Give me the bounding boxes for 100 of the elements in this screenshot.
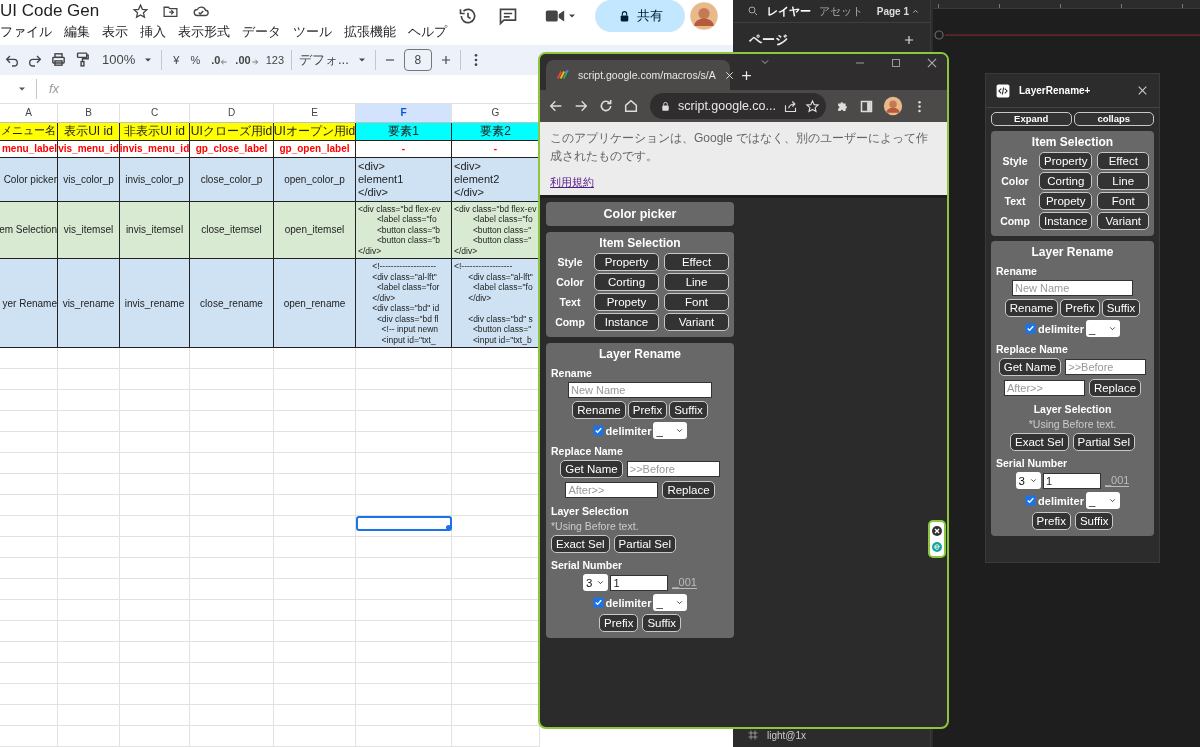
option-button[interactable]: Font [664, 293, 729, 311]
column-header[interactable]: G [452, 102, 540, 123]
page-menu[interactable]: Page 1 [876, 5, 920, 17]
serial-button[interactable]: Suffix [642, 614, 681, 632]
serial-button[interactable]: Suffix [1074, 512, 1114, 530]
currency-button[interactable]: ¥ [173, 53, 180, 66]
rename-button[interactable]: Prefix [1060, 299, 1100, 317]
section-title: Layer Selection [551, 505, 630, 517]
table-cell: Color picker [0, 157, 58, 202]
option-button[interactable]: Property [1039, 152, 1093, 170]
option-button[interactable]: Line [664, 273, 729, 291]
digits-select[interactable]: 3 [583, 574, 609, 591]
increase-decimal-button[interactable]: .00 [235, 53, 259, 66]
percent-button[interactable]: % [190, 53, 201, 66]
menu-item[interactable]: ファイル [0, 23, 52, 41]
menu-item[interactable]: 表示形式 [178, 23, 230, 41]
delimiter-select[interactable]: _ [1085, 492, 1120, 509]
column-header[interactable]: A [0, 102, 58, 123]
menu-item[interactable]: ツール [293, 23, 332, 41]
option-button[interactable]: Instance [1039, 212, 1093, 230]
delimiter-select[interactable]: _ [653, 594, 688, 611]
get-name-button[interactable]: Get Name [560, 460, 623, 478]
get-name-button[interactable]: Get Name [998, 358, 1062, 376]
table-cell: open_itemsel [274, 201, 356, 259]
rename-button[interactable]: Rename [572, 401, 626, 419]
row-label: Style [556, 256, 584, 268]
after-field[interactable]: After>> [565, 482, 659, 498]
formula-label: fx [49, 81, 60, 97]
row-label: Comp [999, 215, 1031, 227]
select-button[interactable]: Partial Sel [613, 535, 676, 553]
delimiter-select[interactable]: _ [653, 422, 688, 439]
table-cell: <div> element1 </div> [356, 157, 452, 202]
delimiter-select[interactable]: _ [1085, 320, 1120, 337]
table-cell: vis_itemsel [58, 201, 120, 259]
column-header[interactable]: F [356, 102, 452, 123]
plugin-title: LayerRename+ [1019, 85, 1092, 96]
section-title: Rename [996, 265, 1038, 277]
notice-text: このアプリケーションは、Google ではなく、別のユーザーによって作成されたものです。 [550, 130, 930, 165]
rename-button[interactable]: Prefix [627, 401, 668, 419]
section-title: Rename [551, 367, 593, 379]
column-header[interactable]: E [274, 102, 356, 123]
rename-button[interactable]: Rename [1004, 299, 1059, 317]
menu-item[interactable]: 挿入 [140, 23, 166, 41]
document-title[interactable]: UI Code Gen [0, 1, 100, 21]
panel-tab[interactable]: アセット [819, 3, 863, 19]
decrease-decimal-button[interactable]: .0 [211, 53, 229, 66]
checkbox-label: delimiter [1038, 322, 1084, 335]
rename-button[interactable]: Suffix [1101, 299, 1141, 317]
option-button[interactable]: Line [1097, 172, 1149, 190]
address-bar[interactable]: script.google.co... [650, 93, 826, 119]
start-number-field[interactable]: 1 [1042, 472, 1101, 489]
toolbar-button[interactable]: collaps [1073, 112, 1154, 126]
select-button[interactable]: Partial Sel [1072, 433, 1135, 451]
table-cell: close_color_p [190, 157, 274, 202]
column-header[interactable]: C [120, 102, 190, 123]
number-preview: _001 [1104, 474, 1130, 487]
name-field[interactable]: New Name [568, 382, 712, 398]
name-field[interactable]: New Name [1012, 280, 1133, 296]
serial-button[interactable]: Prefix [599, 614, 639, 632]
terms-link[interactable]: 利用規約 [550, 175, 594, 190]
option-button[interactable]: Propety [594, 293, 659, 311]
menu-item[interactable]: 拡張機能 [344, 23, 396, 41]
option-button[interactable]: Instance [594, 313, 659, 331]
option-button[interactable]: Corting [594, 273, 659, 291]
option-button[interactable]: Variant [1097, 212, 1149, 230]
menu-item[interactable]: ヘルプ [408, 23, 447, 41]
after-field[interactable]: After>> [1003, 380, 1085, 396]
menu-item[interactable]: 表示 [102, 23, 128, 41]
hint-text: *Using Before text. [551, 520, 640, 532]
select-button[interactable]: Exact Sel [551, 535, 610, 553]
option-button[interactable]: Effect [1097, 152, 1149, 170]
font-size-field[interactable]: 8 [403, 48, 432, 71]
select-button[interactable]: Exact Sel [1010, 433, 1069, 451]
start-number-field[interactable]: 1 [610, 574, 669, 591]
replace-button[interactable]: Replace [662, 481, 715, 499]
panel-tab[interactable]: レイヤー [767, 3, 811, 19]
option-button[interactable]: Font [1097, 192, 1149, 210]
before-field[interactable]: >>Before [626, 461, 720, 477]
menu-item[interactable]: 編集 [64, 23, 90, 41]
option-button[interactable]: Corting [1039, 172, 1093, 190]
replace-button[interactable]: Replace [1088, 379, 1142, 397]
menu-item[interactable]: データ [242, 23, 281, 41]
toolbar-button[interactable]: Expand [991, 112, 1072, 126]
option-button[interactable]: Variant [664, 313, 729, 331]
zoom-select[interactable]: 100% [102, 52, 136, 68]
column-header[interactable]: B [58, 102, 120, 123]
before-field[interactable]: >>Before [1065, 359, 1147, 375]
rename-button[interactable]: Suffix [669, 401, 708, 419]
serial-button[interactable]: Prefix [1031, 512, 1071, 530]
option-button[interactable]: Effect [664, 253, 729, 271]
number-format-button[interactable]: 123 [265, 53, 284, 66]
layer-name[interactable]: light@1x [767, 729, 807, 741]
option-button[interactable]: Property [594, 253, 659, 271]
row-label: Style [1001, 155, 1029, 167]
digits-select[interactable]: 3 [1015, 472, 1041, 489]
option-button[interactable]: Propety [1039, 192, 1093, 210]
font-select[interactable]: デフォ... [299, 50, 349, 69]
browser-tab[interactable]: script.google.com/macros/s/A [546, 60, 730, 90]
share-button[interactable]: 共有 [595, 0, 685, 32]
column-header[interactable]: D [190, 102, 274, 123]
